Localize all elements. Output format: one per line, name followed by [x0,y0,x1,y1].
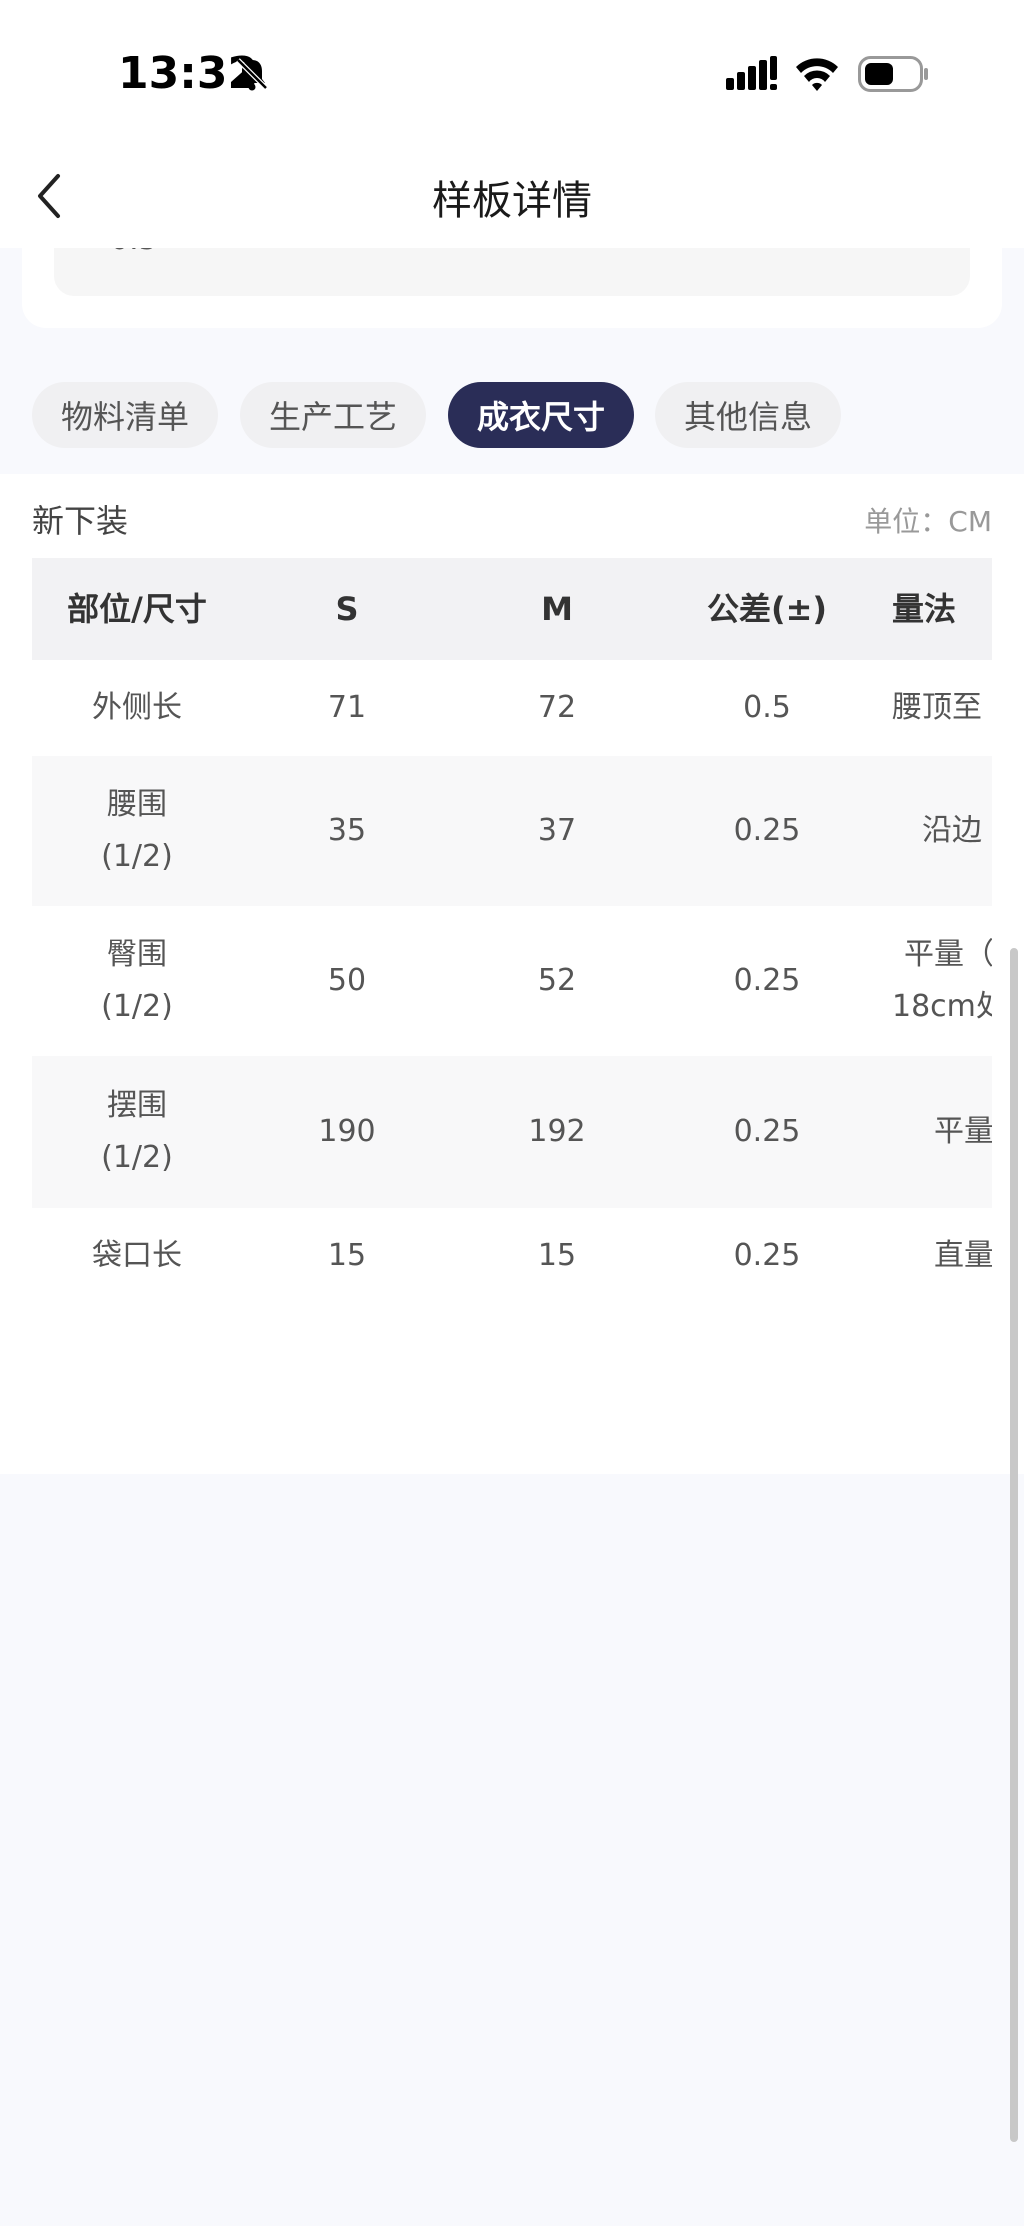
table-cell: 0.25 [733,963,801,998]
table-cell: 0.5 [743,690,791,725]
header-cell: S [335,590,359,628]
tab-production-process[interactable]: 生产工艺 [240,382,426,448]
table-cell: 平量 [934,1114,992,1149]
table-cell: 平量（ 18cm处 [892,937,992,1024]
table-cell: 直量 [934,1238,992,1273]
header-cell: 量法 [892,590,957,628]
header-cell: M [541,590,573,628]
table-row: 摆围 (1/2) 190 192 0.25 平量 [32,1056,992,1208]
table-cell: 腰围 (1/2) [101,787,173,874]
info-card-inner: 0.5 [54,248,970,296]
table-row: 腰围 (1/2) 35 37 0.25 沿边 [32,756,992,906]
signal-icon [726,56,777,90]
page-title: 样板详情 [432,178,592,224]
table-cell: 沿边 [922,813,982,848]
table-cell: 50 [327,963,367,998]
table-cell: 15 [537,1238,577,1273]
table-cell: 190 [318,1114,376,1149]
size-table[interactable]: 部位/尺寸 S M 公差(±) 量法 外侧长 71 72 0.5 腰顶至 腰围 … [32,558,992,1318]
table-cell: 摆围 (1/2) [101,1088,173,1175]
table-row: 袋口长 15 15 0.25 直量 [32,1208,992,1304]
table-cell: 72 [537,690,577,725]
scrollbar[interactable] [1010,948,1018,2142]
table-cell: 192 [528,1114,586,1149]
table-cell: 15 [327,1238,367,1273]
wifi-icon [796,58,838,91]
table-cell: 0.25 [733,1238,801,1273]
info-card-partial-text: 0.5 [110,248,158,257]
table-cell: 臀围 (1/2) [101,937,173,1024]
info-card: 0.5 [22,248,1002,328]
tab-material-list[interactable]: 物料清单 [32,382,218,448]
size-content: 新下装 单位：CM 部位/尺寸 S M 公差(±) 量法 外侧长 71 72 0… [0,474,1024,1474]
table-row: 臀围 (1/2) 50 52 0.25 平量（ 18cm处 [32,906,992,1056]
table-cell: 腰顶至 [892,690,982,725]
table-cell: 外侧长 [92,690,182,725]
table-cell: 52 [537,963,577,998]
tab-garment-size[interactable]: 成衣尺寸 [448,382,634,448]
table-cell: 0.25 [733,1114,801,1149]
battery-icon [858,56,928,92]
table-cell: 袋口长 [92,1238,182,1273]
table-row: 外侧长 71 72 0.5 腰顶至 [32,660,992,756]
section-title: 新下装 [32,502,129,540]
nav-bar: 样板详情 [0,140,1024,248]
table-header-row: 部位/尺寸 S M 公差(±) 量法 [32,558,992,660]
tab-other-info[interactable]: 其他信息 [655,382,841,448]
table-cell: 71 [327,690,367,725]
header-cell: 部位/尺寸 [67,590,207,628]
table-cell: 37 [537,813,577,848]
status-bar: 13:32 [0,0,1024,140]
bell-muted-icon [236,58,268,91]
table-cell: 0.25 [733,813,801,848]
header-cell: 公差(±) [706,590,828,628]
unit-label: 单位：CM [864,505,992,538]
table-cell: 35 [327,813,367,848]
